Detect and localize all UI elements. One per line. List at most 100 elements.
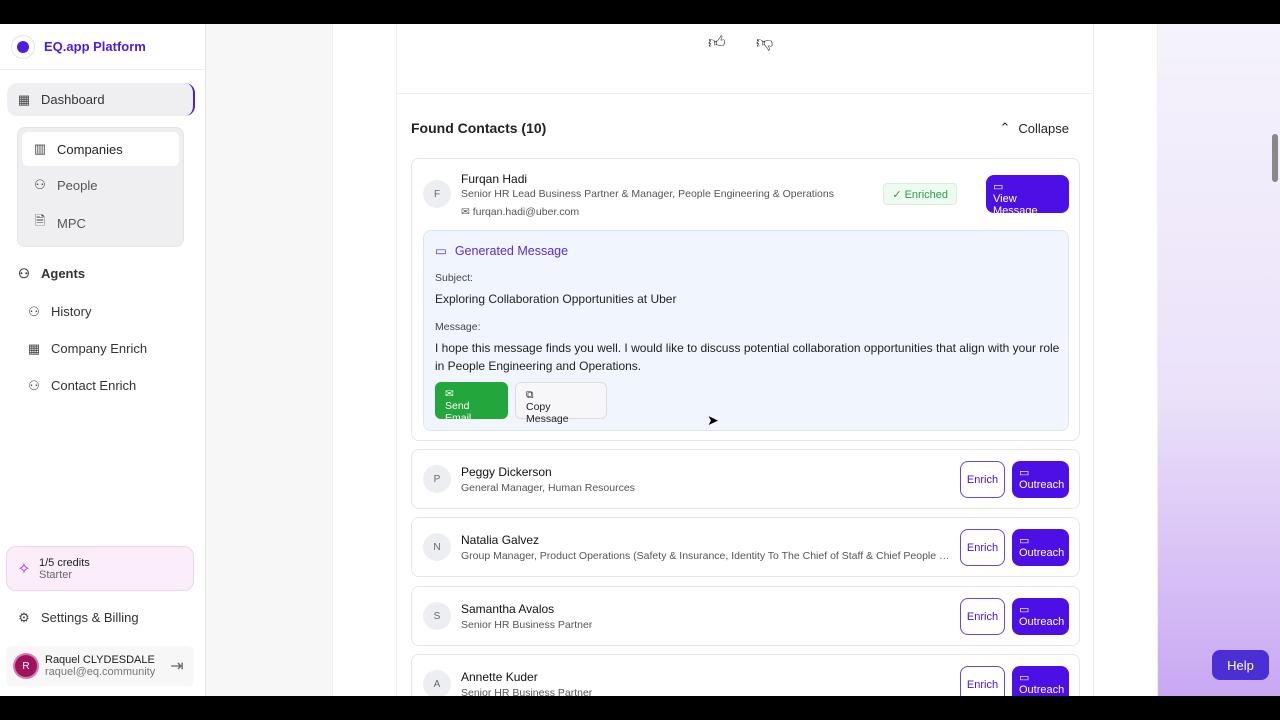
send-email-button[interactable]: ✉ Send Email [435, 382, 508, 424]
table-icon: ▦ [27, 340, 41, 356]
scrollbar[interactable] [1272, 134, 1278, 182]
app-screen: EQ.app Platform ▦ Dashboard ▥ Companies ⚇… [0, 24, 1280, 696]
feedback-bar: 👍︎ 👎︎ [397, 24, 1093, 94]
background-gradient [1158, 24, 1280, 696]
message-label: Message: [435, 321, 481, 333]
sidebar-item-company-enrich[interactable]: ▦ Company Enrich [27, 340, 147, 357]
contact-role: General Manager, Human Resources [461, 482, 635, 494]
contact-card: P Peggy Dickerson General Manager, Human… [411, 449, 1080, 509]
mouse-cursor-icon: ➤ [707, 412, 719, 428]
contact-role: Senior HR Lead Business Partner & Manage… [461, 188, 834, 200]
contact-name: Natalia Galvez [461, 533, 540, 547]
button-label: Copy Message [526, 401, 569, 425]
sidebar-item-label: Settings & Billing [41, 610, 139, 625]
contact-initial: F [423, 180, 451, 208]
contact-role: Senior HR Business Partner [461, 687, 593, 696]
message-icon: ▭ [1019, 672, 1030, 684]
sidebar-item-label: MPC [57, 215, 86, 231]
copy-icon: ⧉ [526, 389, 534, 401]
outreach-button[interactable]: ▭ Outreach [1012, 666, 1069, 696]
enrich-button[interactable]: Enrich [960, 461, 1005, 498]
sidebar-item-label: Companies [57, 141, 123, 157]
building-icon: ▥ [33, 141, 47, 156]
help-button[interactable]: Help [1212, 650, 1269, 680]
sidebar-item-people[interactable]: ⚇ People [18, 166, 183, 204]
contact-name: Annette Kuder [461, 670, 538, 684]
message-text: I hope this message finds you well. I wo… [435, 341, 1060, 373]
sidebar-item-dashboard[interactable]: ▦ Dashboard [7, 83, 195, 116]
message-icon: ▭ [1019, 604, 1030, 616]
mail-icon: ✉ [461, 206, 473, 218]
message-icon: ▭ [1019, 535, 1030, 547]
sparkle-icon: ✧ [17, 560, 31, 578]
button-label: Outreach [1019, 684, 1065, 696]
credits-panel[interactable]: ✧ 1/5 credits Starter [6, 546, 194, 591]
contact-card-expanded: F Furqan Hadi Senior HR Lead Business Pa… [411, 158, 1080, 441]
brand[interactable]: EQ.app Platform [0, 24, 205, 70]
sidebar-item-label: Agents [41, 266, 86, 281]
contact-initial: P [423, 465, 451, 493]
sidebar-item-settings[interactable]: ⚙ Settings & Billing [17, 609, 139, 626]
enriched-badge: ✓ Enriched [883, 183, 957, 205]
dashboard-submenu: ▥ Companies ⚇ People 🗎 MPC [17, 127, 184, 247]
contact-email: ✉ furqan.hadi@uber.com [461, 206, 579, 218]
generated-message-title: Generated Message [454, 243, 569, 258]
credits-count: 1/5 credits [39, 556, 90, 569]
outreach-button[interactable]: ▭ Outreach [1012, 529, 1069, 566]
outreach-button[interactable]: ▭ Outreach [1012, 461, 1069, 498]
sidebar-item-label: People [57, 177, 98, 193]
outreach-button[interactable]: ▭ Outreach [1012, 598, 1069, 635]
users-icon: ⚇ [28, 377, 40, 393]
contact-role: Senior HR Business Partner [461, 619, 593, 631]
button-label: Send Email [445, 400, 472, 424]
thumbs-up-icon[interactable]: 👍︎ [708, 32, 726, 53]
button-label: Outreach [1019, 616, 1065, 628]
button-label: Outreach [1019, 479, 1065, 491]
found-contacts-title: Found Contacts (10) [411, 120, 547, 136]
mail-icon: ✉ [445, 388, 454, 400]
logout-icon[interactable]: ⇥ [170, 658, 184, 675]
sidebar-item-agents[interactable]: ⚇ Agents [17, 265, 86, 282]
contact-name: Furqan Hadi [461, 172, 528, 186]
avatar: R [15, 655, 37, 677]
contact-card: N Natalia Galvez Group Manager, Product … [411, 517, 1080, 577]
chevron-up-icon: ⌃ [999, 120, 1011, 135]
generated-message-panel: ▭ Generated Message Subject: Exploring Co… [423, 230, 1069, 431]
button-label: View Message [993, 193, 1038, 217]
collapse-label: Collapse [1018, 120, 1069, 136]
message-icon: ▭ [993, 181, 1004, 193]
collapse-button[interactable]: ⌃ Collapse [1000, 120, 1070, 136]
users-icon: ⚇ [34, 177, 46, 192]
logo-icon [12, 35, 34, 58]
users-icon: ⚇ [18, 265, 30, 281]
sidebar-item-mpc[interactable]: 🗎 MPC [18, 204, 183, 242]
subject-text: Exploring Collaboration Opportunities at… [435, 292, 677, 306]
user-profile: R Raquel CLYDESDALE raquel@eq.community ⇥ [6, 646, 194, 686]
sidebar-item-contact-enrich[interactable]: ⚇ Contact Enrich [27, 377, 137, 394]
contact-card: A Annette Kuder Senior HR Business Partn… [411, 654, 1080, 696]
sidebar-item-label: Dashboard [41, 92, 105, 107]
sidebar-item-companies[interactable]: ▥ Companies [22, 132, 179, 166]
message-icon: ▭ [1019, 467, 1030, 479]
contact-card: S Samantha Avalos Senior HR Business Par… [411, 586, 1080, 646]
generated-message-header: ▭ Generated Message [435, 243, 569, 259]
contact-name: Peggy Dickerson [461, 465, 552, 479]
plan-name: Starter [39, 568, 73, 581]
sidebar: EQ.app Platform ▦ Dashboard ▥ Companies ⚇… [0, 24, 206, 696]
main-panel: 👍︎ 👎︎ Found Contacts (10) ⌃ Collapse F Fu… [332, 24, 1158, 696]
contact-initial: N [423, 533, 451, 561]
sidebar-item-label: Contact Enrich [51, 378, 137, 393]
thumbs-down-icon[interactable]: 👎︎ [756, 32, 773, 53]
results-container: 👍︎ 👎︎ Found Contacts (10) ⌃ Collapse F Fu… [396, 24, 1094, 696]
enrich-button[interactable]: Enrich [960, 529, 1005, 566]
view-message-button[interactable]: ▭ View Message [986, 175, 1069, 217]
subject-label: Subject: [435, 272, 473, 284]
copy-message-button[interactable]: ⧉ Copy Message [515, 382, 607, 425]
gear-icon: ⚙ [18, 609, 30, 625]
sidebar-item-history[interactable]: ⚇ History [27, 303, 91, 320]
users-icon: ⚇ [28, 303, 40, 319]
enrich-button[interactable]: Enrich [960, 598, 1005, 635]
message-icon: ▭ [435, 244, 447, 258]
user-email: raquel@eq.community [45, 666, 156, 678]
enrich-button[interactable]: Enrich [960, 666, 1005, 696]
